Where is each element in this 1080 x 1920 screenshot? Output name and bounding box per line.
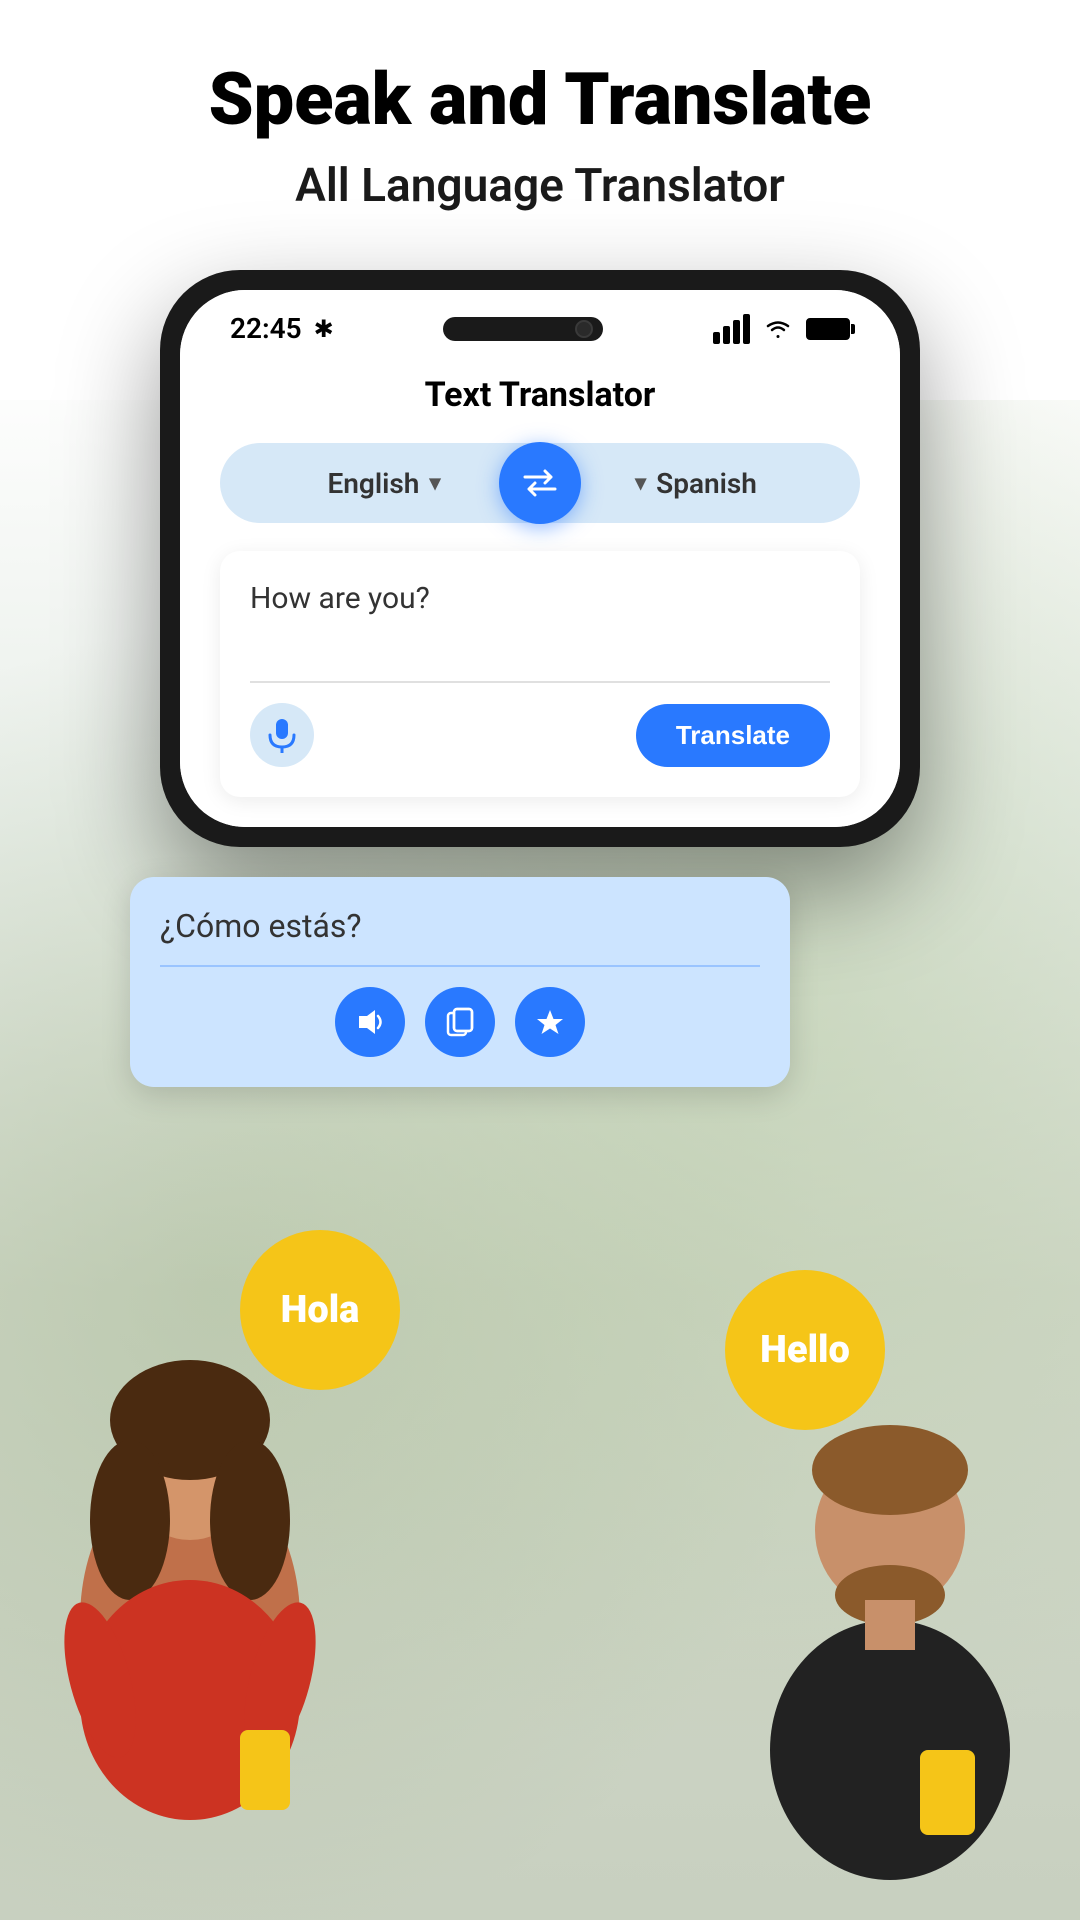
man-silhouette bbox=[700, 1400, 1080, 1920]
source-language-label: English bbox=[328, 467, 420, 500]
favorite-button[interactable] bbox=[515, 987, 585, 1057]
person-right bbox=[700, 1400, 1080, 1920]
swap-icon bbox=[521, 469, 559, 497]
mic-button[interactable] bbox=[250, 703, 314, 767]
app-title: Text Translator bbox=[220, 375, 860, 415]
star-icon bbox=[535, 1008, 565, 1036]
hola-text: Hola bbox=[281, 1288, 360, 1332]
status-time: 22:45 bbox=[230, 312, 302, 345]
main-title: Speak and Translate bbox=[0, 60, 1080, 139]
wifi-icon bbox=[762, 317, 794, 341]
target-language-btn[interactable]: ▾ Spanish bbox=[540, 467, 852, 500]
status-icons bbox=[713, 314, 850, 344]
battery-icon bbox=[806, 318, 850, 340]
speaker-icon bbox=[355, 1008, 385, 1036]
person-left bbox=[0, 1340, 380, 1920]
woman-silhouette bbox=[0, 1340, 380, 1920]
source-language-btn[interactable]: English ▾ bbox=[228, 467, 540, 500]
translation-result-card: ¿Cómo estás? bbox=[130, 877, 790, 1087]
input-text-display[interactable]: How are you? bbox=[250, 581, 830, 661]
language-selector: English ▾ ▾ Spanish bbox=[220, 443, 860, 523]
result-actions bbox=[160, 987, 760, 1057]
hello-text: Hello bbox=[760, 1328, 850, 1372]
copy-icon bbox=[446, 1007, 474, 1037]
front-camera bbox=[575, 320, 593, 338]
target-language-chevron: ▾ bbox=[635, 471, 646, 496]
signal-icon bbox=[713, 314, 750, 344]
swap-button[interactable] bbox=[499, 442, 581, 524]
input-actions: Translate bbox=[250, 703, 830, 767]
input-divider bbox=[250, 681, 830, 683]
translated-text: ¿Cómo estás? bbox=[160, 907, 760, 945]
bluetooth-icon: ✱ bbox=[314, 315, 334, 343]
copy-button[interactable] bbox=[425, 987, 495, 1057]
result-divider bbox=[160, 965, 760, 967]
text-input-area: How are you? Translate bbox=[220, 551, 860, 797]
target-language-label: Spanish bbox=[656, 467, 757, 500]
top-notch-pill bbox=[443, 317, 603, 341]
mic-icon bbox=[266, 717, 298, 753]
sub-title: All Language Translator bbox=[0, 159, 1080, 214]
speaker-button[interactable] bbox=[335, 987, 405, 1057]
app-content: Text Translator English ▾ ▾ bbox=[180, 355, 900, 827]
translate-button[interactable]: Translate bbox=[636, 704, 830, 767]
source-language-chevron: ▾ bbox=[429, 471, 440, 496]
speech-bubble-hola: Hola bbox=[240, 1230, 400, 1390]
speech-bubble-hello: Hello bbox=[725, 1270, 885, 1430]
phone-mockup: 22:45 ✱ bbox=[160, 270, 920, 847]
status-bar: 22:45 ✱ bbox=[180, 290, 900, 355]
people-section bbox=[0, 1320, 1080, 1920]
